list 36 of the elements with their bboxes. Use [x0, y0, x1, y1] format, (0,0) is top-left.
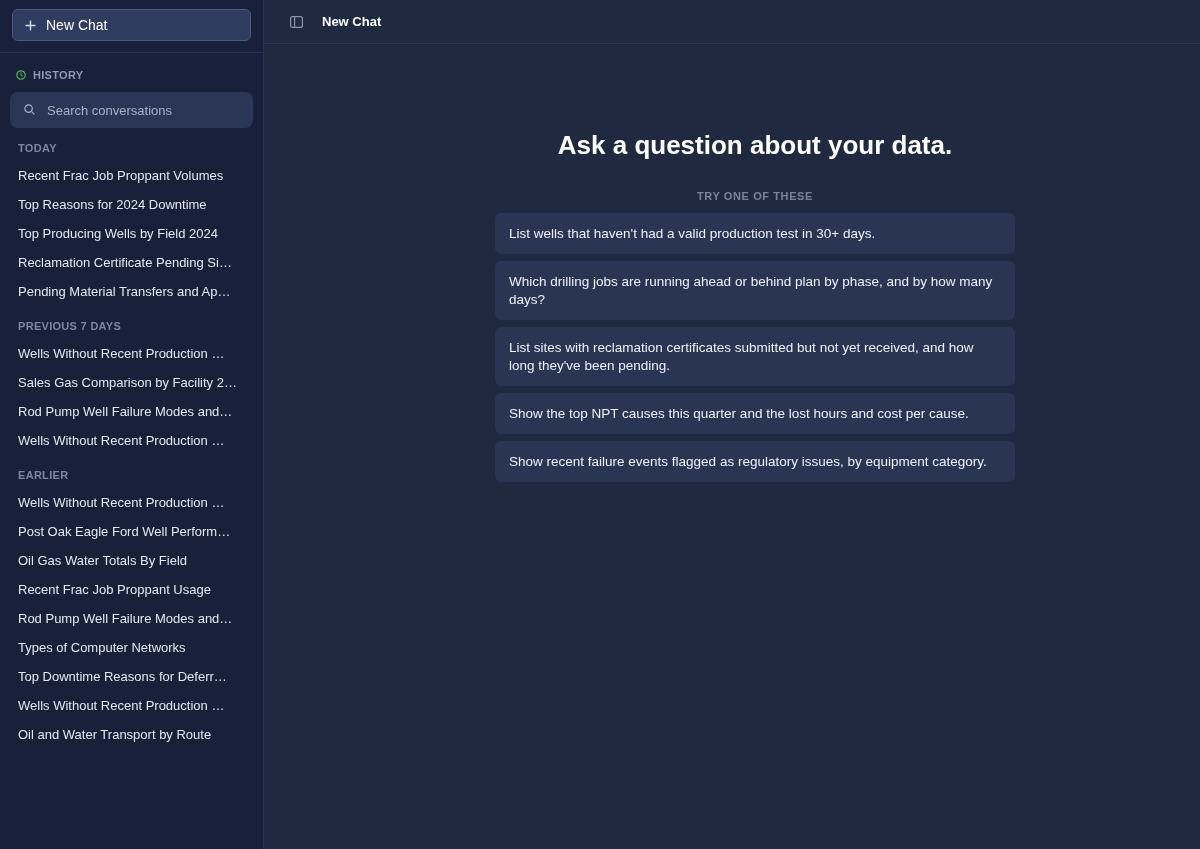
heading: Ask a question about your data. [557, 130, 953, 160]
history-item[interactable]: Top Producing Wells by Field 2024 [10, 219, 253, 248]
history-item[interactable]: Types of Computer Networks [10, 633, 253, 662]
page-title: New Chat [322, 14, 382, 29]
history-item[interactable]: Wells Without Recent Production … [10, 339, 253, 368]
history-item[interactable]: Pending Material Transfers and Ap… [10, 277, 253, 306]
history-item[interactable]: Top Downtime Reasons for Deferr… [10, 662, 253, 691]
history-item[interactable]: Reclamation Certificate Pending Si… [10, 248, 253, 277]
section-label: TRY ONE OF THESE [697, 189, 813, 203]
clock-icon [16, 70, 26, 80]
plus-icon [25, 19, 36, 31]
panel-icon[interactable] [290, 15, 303, 28]
history-item[interactable]: Rod Pump Well Failure Modes and… [10, 397, 253, 426]
suggestion-card[interactable]: List sites with reclamation certificates submitted but not yet received, and how long they've been pending. [495, 327, 1015, 386]
history-item[interactable]: Recent Frac Job Proppant Volumes [10, 161, 253, 190]
history-item[interactable]: Top Reasons for 2024 Downtime [10, 190, 253, 219]
section-label: TODAY [18, 141, 57, 155]
suggestion-card[interactable]: List wells that haven't had a valid production test in 30+ days. [495, 213, 1015, 254]
history-item[interactable]: Post Oak Eagle Ford Well Perform… [10, 517, 253, 546]
section-label: EARLIER [18, 468, 69, 482]
section-label: PREVIOUS 7 DAYS [18, 319, 122, 333]
suggestion-card[interactable]: Show the top NPT causes this quarter and the lost hours and cost per cause. [495, 393, 1015, 434]
history-item[interactable]: Wells Without Recent Production … [10, 488, 253, 517]
search-icon [24, 104, 35, 115]
suggestion-card[interactable]: Show recent failure events flagged as regulatory issues, by equipment category. [495, 441, 1015, 482]
history-item[interactable]: Rod Pump Well Failure Modes and… [10, 604, 253, 633]
suggestion-card[interactable]: Which drilling jobs are running ahead or behind plan by phase, and by how many days? [495, 261, 1015, 320]
history-item[interactable]: Wells Without Recent Production … [10, 691, 253, 720]
history-item[interactable]: Recent Frac Job Proppant Usage [10, 575, 253, 604]
search-field[interactable]: Search conversations [10, 92, 253, 128]
history-item[interactable]: Wells Without Recent Production … [10, 426, 253, 455]
history-item[interactable]: Oil and Water Transport by Route [10, 720, 253, 749]
history-item[interactable]: Sales Gas Comparison by Facility 2… [10, 368, 253, 397]
history-item[interactable]: Oil Gas Water Totals By Field [10, 546, 253, 575]
new-chat-button[interactable]: New Chat [12, 9, 251, 41]
history-title: HISTORY [33, 69, 84, 81]
